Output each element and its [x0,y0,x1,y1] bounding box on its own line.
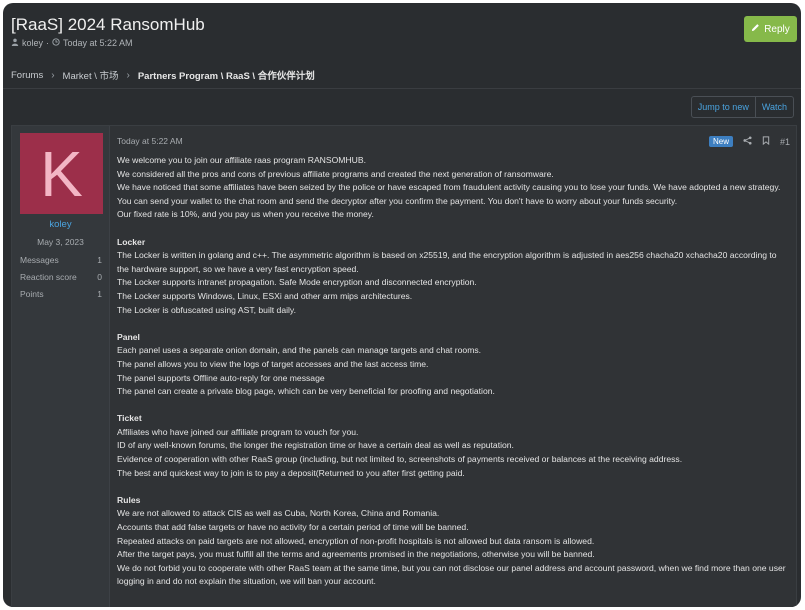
rules-line: We are not allowed to attack CIS as well… [117,508,440,519]
rules-line: Accounts that add false targets or have … [117,522,469,533]
ticket-line: The best and quickest way to join is to … [117,467,465,478]
thread-date: Today at 5:22 AM [63,38,133,48]
stat-messages: Messages 1 [20,255,102,265]
post-content: Today at 5:22 AM New #1 We welcome you t… [117,126,790,607]
user-join-date: May 3, 2023 [37,237,84,247]
avatar[interactable]: K [20,133,103,214]
thread-title: [RaaS] 2024 RansomHub [11,15,205,34]
locker-line: The Locker supports intranet propagation… [117,277,477,288]
bookmark-icon[interactable] [762,136,770,147]
locker-line: The Locker is obfuscated using AST, buil… [117,304,296,315]
post-actions: New #1 [708,136,790,147]
username-link[interactable]: koley [12,219,109,230]
panel-line: The panel allows you to view the logs of… [117,358,429,369]
rules-line: After the target pays, you must fulfill … [117,549,595,560]
pencil-icon [751,23,760,35]
breadcrumb: Forums › Market \ 市场 › Partners Program … [11,68,315,83]
breadcrumb-forums[interactable]: Forums [11,70,43,81]
rules-line: Repeated attacks on paid targets are not… [117,535,595,546]
post-body: We welcome you to join our affiliate raa… [117,154,790,589]
intro-line: We welcome you to join our affiliate raa… [117,155,366,165]
section-heading-panel: Panel [117,331,140,342]
stat-label: Messages [20,255,59,265]
ticket-line: Evidence of cooperation with other RaaS … [117,454,683,465]
post: K koley May 3, 2023 Messages 1 Reaction … [11,125,797,607]
intro-line: We considered all the pros and cons of p… [117,168,554,179]
section-heading-ticket: Ticket [117,413,142,424]
panel-line: Each panel uses a separate onion domain,… [117,345,482,356]
stat-label: Reaction score [20,272,77,282]
header-divider [3,88,801,89]
share-icon[interactable] [743,136,752,147]
meta-separator: · [46,38,50,48]
thread-actions: Jump to new Watch [690,96,794,118]
watch-button[interactable]: Watch [756,97,793,117]
intro-line: Our fixed rate is 10%, and you pay us wh… [117,209,374,220]
thread-author[interactable]: koley [22,38,43,48]
locker-line: The Locker supports Windows, Linux, ESXi… [117,290,413,301]
rules-line: We do not forbid you to cooperate with o… [117,562,786,587]
post-time[interactable]: Today at 5:22 AM [117,136,183,146]
breadcrumb-partners-program[interactable]: Partners Program \ RaaS \ 合作伙伴计划 [138,68,315,82]
stat-value: 1 [97,255,102,265]
stat-value: 0 [97,272,102,282]
clock-icon [52,38,60,48]
jump-to-new-button[interactable]: Jump to new [692,97,755,117]
new-badge: New [708,136,733,147]
panel-line: The panel can create a private blog page… [117,386,495,397]
forum-window: [RaaS] 2024 RansomHub koley · Today at 5… [3,3,801,607]
ticket-line: Affiliates who have joined our affiliate… [117,426,359,437]
stat-reaction-score: Reaction score 0 [20,272,102,282]
post-number[interactable]: #1 [780,137,790,147]
locker-line: The Locker is written in golang and c++.… [117,250,777,274]
breadcrumb-market[interactable]: Market \ 市场 [63,68,119,82]
thread-meta: koley · Today at 5:22 AM [11,38,133,48]
user-icon [11,38,19,48]
intro-line: We have noticed that some affiliates hav… [117,182,781,206]
section-heading-locker: Locker [117,236,146,247]
stat-value: 1 [97,289,102,299]
reply-button[interactable]: Reply [744,16,797,42]
section-heading-rules: Rules [117,494,141,505]
chevron-right-icon: › [126,69,130,81]
reply-label: Reply [764,23,790,35]
stat-label: Points [20,289,44,299]
stat-points: Points 1 [20,289,102,299]
ticket-line: ID of any well-known forums, the longer … [117,440,514,451]
panel-line: The panel supports Offline auto-reply fo… [117,372,325,383]
user-panel: K koley May 3, 2023 Messages 1 Reaction … [12,126,110,607]
chevron-right-icon: › [51,69,55,81]
